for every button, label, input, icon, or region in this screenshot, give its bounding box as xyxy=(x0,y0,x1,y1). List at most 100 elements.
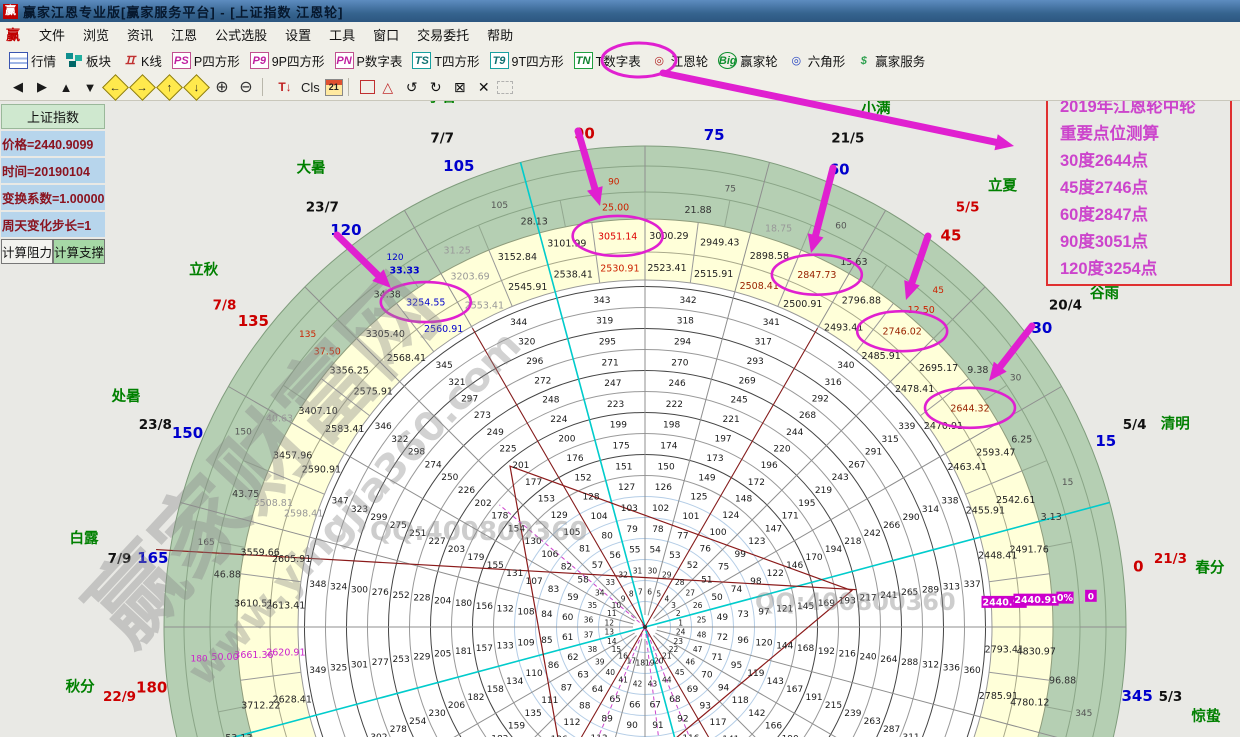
calc-resistance-button[interactable]: 计算阻力 xyxy=(1,239,53,264)
pan-right-icon[interactable]: → xyxy=(129,74,156,101)
svg-text:3.13: 3.13 xyxy=(1041,512,1062,523)
toolbar-sectors[interactable]: 板块 xyxy=(66,51,111,70)
svg-text:88: 88 xyxy=(579,702,591,712)
toolbar-label: 赢家服务 xyxy=(875,51,925,70)
cls-button[interactable]: Cls xyxy=(298,77,323,97)
toolbar-p-square[interactable]: PSP四方形 xyxy=(172,51,240,70)
menu-browse[interactable]: 浏览 xyxy=(83,25,109,44)
svg-text:204: 204 xyxy=(434,596,451,606)
svg-text:3712.22: 3712.22 xyxy=(241,701,280,712)
svg-text:225: 225 xyxy=(499,444,516,454)
toolbar-t-square[interactable]: TST四方形 xyxy=(412,51,479,70)
toolbar-hexagon[interactable]: ◎六角形 xyxy=(788,51,846,70)
main-toolbar: 行情 板块 ⵊⵊK线 PSP四方形 P99P四方形 PNP数字表 TST四方形 … xyxy=(0,47,1240,75)
menu-news[interactable]: 资讯 xyxy=(127,25,153,44)
red-square-icon[interactable] xyxy=(360,80,375,94)
toolbar-label: T四方形 xyxy=(434,51,479,70)
svg-text:245: 245 xyxy=(731,396,748,406)
updown-arrows-icon[interactable]: T↓ xyxy=(274,77,296,97)
menu-formula[interactable]: 公式选股 xyxy=(215,25,267,44)
svg-text:QQ:400800360: QQ:400800360 xyxy=(370,517,587,547)
step-field: 周天变化步长=1 xyxy=(1,212,105,237)
prev-icon[interactable]: ◀ xyxy=(7,77,29,97)
svg-text:春分: 春分 xyxy=(1195,559,1224,577)
calc-support-button[interactable]: 计算支撑 xyxy=(53,239,105,264)
svg-text:109: 109 xyxy=(517,639,534,649)
toolbar-9p-square[interactable]: P99P四方形 xyxy=(250,51,325,70)
toolbar-t-table[interactable]: TNT数字表 xyxy=(574,51,641,70)
drawing-toolbar: ◀ ▶ ▲ ▼ ← → ↑ ↓ ⊕ ⊖ T↓ Cls 21 △ ↺ ↻ ⊠ ✕ xyxy=(0,74,1240,101)
red-triangle-icon[interactable]: △ xyxy=(377,77,399,97)
annotation-note-box: 2019年江恩轮中轮 重要点位测算 30度2644点 45度2746点 60度2… xyxy=(1046,88,1232,286)
menu-settings[interactable]: 设置 xyxy=(285,25,311,44)
svg-text:243: 243 xyxy=(832,473,849,483)
zoom-in-icon[interactable]: ⊕ xyxy=(211,77,233,97)
svg-text:290: 290 xyxy=(902,513,919,523)
svg-text:24: 24 xyxy=(676,628,686,637)
svg-text:148: 148 xyxy=(735,494,752,504)
svg-text:142: 142 xyxy=(748,709,765,719)
svg-text:336: 336 xyxy=(943,663,960,673)
box-x-icon[interactable]: ⊠ xyxy=(449,77,471,97)
menu-tools[interactable]: 工具 xyxy=(329,25,355,44)
title-bar[interactable]: 赢 赢家江恩专业版[赢家服务平台] - [上证指数 江恩轮] xyxy=(0,0,1240,23)
svg-text:56: 56 xyxy=(609,551,621,561)
svg-text:77: 77 xyxy=(677,532,688,542)
rotate-cw-icon[interactable]: ↻ xyxy=(425,77,447,97)
svg-text:106: 106 xyxy=(541,550,558,560)
svg-text:122: 122 xyxy=(767,569,784,579)
next-icon[interactable]: ▶ xyxy=(31,77,53,97)
svg-text:197: 197 xyxy=(714,435,731,445)
svg-text:75: 75 xyxy=(725,185,736,195)
svg-text:344: 344 xyxy=(510,318,527,328)
rotate-ccw-icon[interactable]: ↺ xyxy=(401,77,423,97)
menu-window[interactable]: 窗口 xyxy=(373,25,399,44)
svg-text:92: 92 xyxy=(677,714,688,724)
svg-text:292: 292 xyxy=(812,395,829,405)
svg-text:惊蛰: 惊蛰 xyxy=(1192,707,1221,725)
toolbar-quotes[interactable]: 行情 xyxy=(9,51,56,70)
menu-trade[interactable]: 交易委托 xyxy=(417,25,469,44)
svg-text:343: 343 xyxy=(593,296,610,306)
svg-text:152: 152 xyxy=(574,473,591,483)
svg-text:2: 2 xyxy=(676,609,681,618)
svg-text:60: 60 xyxy=(829,161,850,179)
pan-left-icon[interactable]: ← xyxy=(102,74,129,101)
svg-text:76: 76 xyxy=(700,544,712,554)
up-pin-icon[interactable]: ▲ xyxy=(55,77,77,97)
toolbar-gann-wheel[interactable]: ◎江恩轮 xyxy=(651,51,709,70)
zoom-out-icon[interactable]: ⊖ xyxy=(235,77,257,97)
svg-text:325: 325 xyxy=(330,663,347,673)
svg-text:179: 179 xyxy=(467,553,484,563)
svg-text:191: 191 xyxy=(805,693,822,703)
svg-text:30: 30 xyxy=(648,566,658,575)
svg-text:69: 69 xyxy=(687,685,699,695)
svg-text:342: 342 xyxy=(679,296,696,306)
pan-up-icon[interactable]: ↑ xyxy=(156,74,183,101)
svg-text:108: 108 xyxy=(517,607,534,617)
menu-file[interactable]: 文件 xyxy=(39,25,65,44)
down-pin-icon[interactable]: ▼ xyxy=(79,77,101,97)
svg-text:223: 223 xyxy=(607,400,624,410)
toolbar-service[interactable]: $赢家服务 xyxy=(855,51,925,70)
menu-help[interactable]: 帮助 xyxy=(487,25,513,44)
svg-text:白露: 白露 xyxy=(69,529,98,547)
svg-text:228: 228 xyxy=(413,594,430,604)
svg-text:处暑: 处暑 xyxy=(111,387,141,405)
polygon-tool-icon[interactable] xyxy=(497,81,513,94)
toolbar-9t-square[interactable]: T99T四方形 xyxy=(490,51,564,70)
menu-gann[interactable]: 江恩 xyxy=(171,25,197,44)
svg-text:180: 180 xyxy=(455,599,472,609)
svg-text:0: 0 xyxy=(1133,557,1143,575)
toolbar-winner-wheel[interactable]: Big赢家轮 xyxy=(718,51,778,70)
svg-text:277: 277 xyxy=(372,658,389,668)
toolbar-p-table[interactable]: PNP数字表 xyxy=(335,51,403,70)
ts-badge-icon: TS xyxy=(412,52,431,69)
svg-text:59: 59 xyxy=(567,593,579,603)
toolbar-kline[interactable]: ⵊⵊK线 xyxy=(121,51,162,70)
svg-text:172: 172 xyxy=(748,478,765,488)
toolbar-label: 行情 xyxy=(31,51,56,70)
cross-arrows-icon[interactable]: ✕ xyxy=(473,77,495,97)
pan-down-icon[interactable]: ↓ xyxy=(183,74,210,101)
calendar-icon[interactable]: 21 xyxy=(325,79,343,96)
